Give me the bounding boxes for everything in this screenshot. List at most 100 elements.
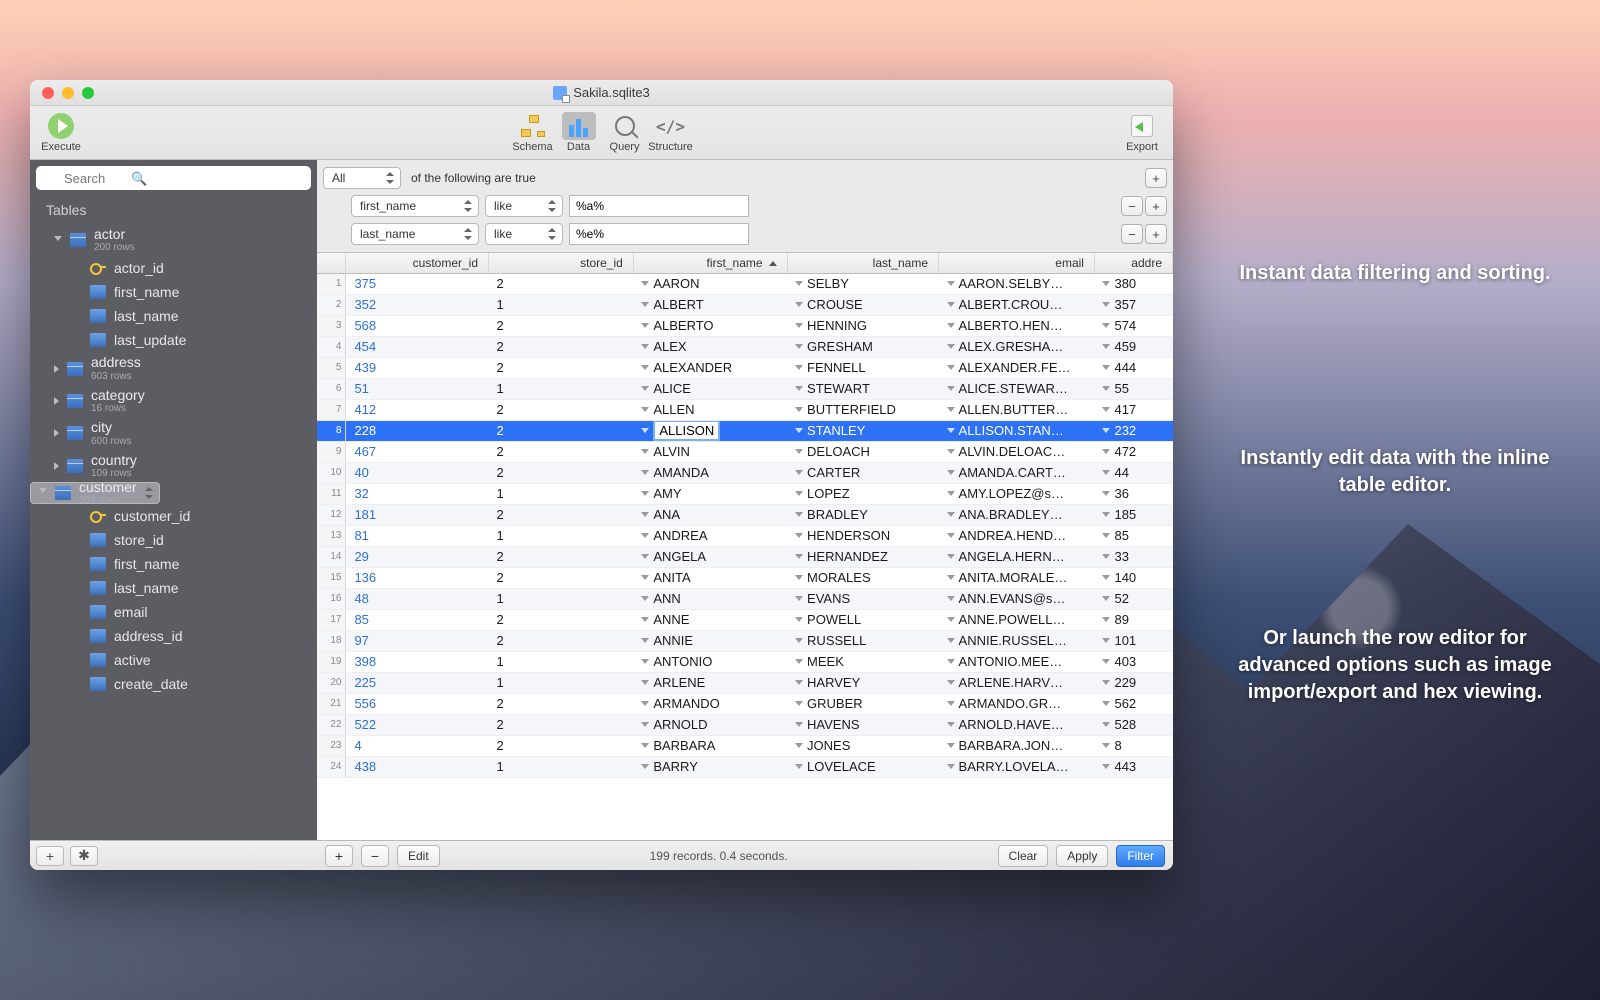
cell-customer_id[interactable]: 522 xyxy=(346,714,489,735)
column-email[interactable]: email xyxy=(30,600,317,624)
table-country[interactable]: country109 rows xyxy=(30,450,317,482)
dropdown-icon[interactable] xyxy=(641,302,649,307)
cell-email[interactable]: BARBARA.JON… xyxy=(939,735,1095,756)
cell-addre[interactable]: 528 xyxy=(1094,714,1172,735)
cell-first_name[interactable]: ALICE xyxy=(633,378,787,399)
dropdown-icon[interactable] xyxy=(795,491,803,496)
dropdown-icon[interactable] xyxy=(947,659,955,664)
cell-addre[interactable]: 89 xyxy=(1094,609,1172,630)
dropdown-icon[interactable] xyxy=(1102,764,1110,769)
cell-customer_id[interactable]: 438 xyxy=(346,756,489,777)
cell-addre[interactable]: 101 xyxy=(1094,630,1172,651)
dropdown-icon[interactable] xyxy=(641,554,649,559)
cell-store_id[interactable]: 2 xyxy=(489,399,634,420)
clear-button[interactable]: Clear xyxy=(998,845,1049,867)
disclosure-icon[interactable] xyxy=(54,462,59,470)
dropdown-icon[interactable] xyxy=(947,449,955,454)
cell-store_id[interactable]: 2 xyxy=(489,462,634,483)
dropdown-icon[interactable] xyxy=(947,344,955,349)
cell-addre[interactable]: 357 xyxy=(1094,294,1172,315)
cell-email[interactable]: AMY.LOPEZ@s… xyxy=(939,483,1095,504)
dropdown-icon[interactable] xyxy=(795,449,803,454)
dropdown-icon[interactable] xyxy=(795,302,803,307)
col-header-addre[interactable]: addre xyxy=(1094,253,1172,273)
table-row[interactable]: 151362ANITAMORALESANITA.MORALE…140 xyxy=(317,567,1173,588)
tab-structure[interactable]: </> Structure xyxy=(648,112,694,153)
dropdown-icon[interactable] xyxy=(1102,470,1110,475)
cell-store_id[interactable]: 2 xyxy=(489,630,634,651)
dropdown-icon[interactable] xyxy=(1102,407,1110,412)
cell-customer_id[interactable]: 181 xyxy=(346,504,489,525)
cell-customer_id[interactable]: 467 xyxy=(346,441,489,462)
cell-addre[interactable]: 459 xyxy=(1094,336,1172,357)
cell-first_name[interactable]: ALVIN xyxy=(633,441,787,462)
cell-last_name[interactable]: GRESHAM xyxy=(787,336,938,357)
cell-last_name[interactable]: FENNELL xyxy=(787,357,938,378)
table-row[interactable]: 35682ALBERTOHENNINGALBERTO.HEN…574 xyxy=(317,315,1173,336)
table-customer[interactable]: customer599 rows xyxy=(30,482,160,504)
cell-addre[interactable]: 140 xyxy=(1094,567,1172,588)
remove-rule-button[interactable]: − xyxy=(1121,196,1143,216)
cell-last_name[interactable]: STEWART xyxy=(787,378,938,399)
cell-customer_id[interactable]: 398 xyxy=(346,651,489,672)
cell-first_name[interactable]: BARBARA xyxy=(633,735,787,756)
dropdown-icon[interactable] xyxy=(1102,386,1110,391)
dropdown-icon[interactable] xyxy=(1102,722,1110,727)
cell-last_name[interactable]: CARTER xyxy=(787,462,938,483)
table-row[interactable]: 74122ALLENBUTTERFIELDALLEN.BUTTER…417 xyxy=(317,399,1173,420)
cell-last_name[interactable]: RUSSELL xyxy=(787,630,938,651)
col-header-last_name[interactable]: last_name xyxy=(787,253,938,273)
cell-customer_id[interactable]: 29 xyxy=(346,546,489,567)
cell-customer_id[interactable]: 352 xyxy=(346,294,489,315)
cell-email[interactable]: ALLEN.BUTTER… xyxy=(939,399,1095,420)
cell-store_id[interactable]: 2 xyxy=(489,714,634,735)
dropdown-icon[interactable] xyxy=(947,512,955,517)
export-button[interactable]: Export xyxy=(1119,112,1165,153)
cell-store_id[interactable]: 1 xyxy=(489,651,634,672)
dropdown-icon[interactable] xyxy=(641,764,649,769)
rule-field-select[interactable]: first_name xyxy=(351,195,479,217)
cell-last_name[interactable]: BRADLEY xyxy=(787,504,938,525)
cell-store_id[interactable]: 2 xyxy=(489,735,634,756)
col-header-store_id[interactable]: store_id xyxy=(489,253,634,273)
dropdown-icon[interactable] xyxy=(795,512,803,517)
dropdown-icon[interactable] xyxy=(1102,680,1110,685)
cell-store_id[interactable]: 2 xyxy=(489,357,634,378)
cell-store_id[interactable]: 2 xyxy=(489,609,634,630)
titlebar[interactable]: Sakila.sqlite3 xyxy=(30,80,1173,106)
cell-addre[interactable]: 232 xyxy=(1094,420,1172,441)
cell-addre[interactable]: 185 xyxy=(1094,504,1172,525)
cell-first_name[interactable]: BARRY xyxy=(633,756,787,777)
cell-last_name[interactable]: SELBY xyxy=(787,273,938,294)
dropdown-icon[interactable] xyxy=(947,428,955,433)
dropdown-icon[interactable] xyxy=(1102,701,1110,706)
disclosure-icon[interactable] xyxy=(54,429,59,437)
table-row[interactable]: 11321AMYLOPEZAMY.LOPEZ@s…36 xyxy=(317,483,1173,504)
cell-addre[interactable]: 8 xyxy=(1094,735,1172,756)
cell-email[interactable]: ANGELA.HERN… xyxy=(939,546,1095,567)
dropdown-icon[interactable] xyxy=(947,617,955,622)
dropdown-icon[interactable] xyxy=(641,638,649,643)
dropdown-icon[interactable] xyxy=(1102,365,1110,370)
cell-first_name[interactable]: AMY xyxy=(633,483,787,504)
dropdown-icon[interactable] xyxy=(641,701,649,706)
dropdown-icon[interactable] xyxy=(1102,575,1110,580)
cell-email[interactable]: ALEXANDER.FE… xyxy=(939,357,1095,378)
dropdown-icon[interactable] xyxy=(1102,533,1110,538)
cell-customer_id[interactable]: 556 xyxy=(346,693,489,714)
rule-op-select[interactable]: like xyxy=(485,223,563,245)
cell-last_name[interactable]: HERNANDEZ xyxy=(787,546,938,567)
cell-last_name[interactable]: LOVELACE xyxy=(787,756,938,777)
cell-store_id[interactable]: 2 xyxy=(489,546,634,567)
dropdown-icon[interactable] xyxy=(947,575,955,580)
cell-addre[interactable]: 44 xyxy=(1094,462,1172,483)
cell-first_name[interactable]: ANNIE xyxy=(633,630,787,651)
dropdown-icon[interactable] xyxy=(947,680,955,685)
tab-schema[interactable]: Schema xyxy=(510,112,556,153)
dropdown-icon[interactable] xyxy=(947,533,955,538)
dropdown-icon[interactable] xyxy=(641,407,649,412)
cell-addre[interactable]: 443 xyxy=(1094,756,1172,777)
cell-store_id[interactable]: 2 xyxy=(489,336,634,357)
search-input[interactable] xyxy=(36,166,311,190)
dropdown-icon[interactable] xyxy=(641,722,649,727)
